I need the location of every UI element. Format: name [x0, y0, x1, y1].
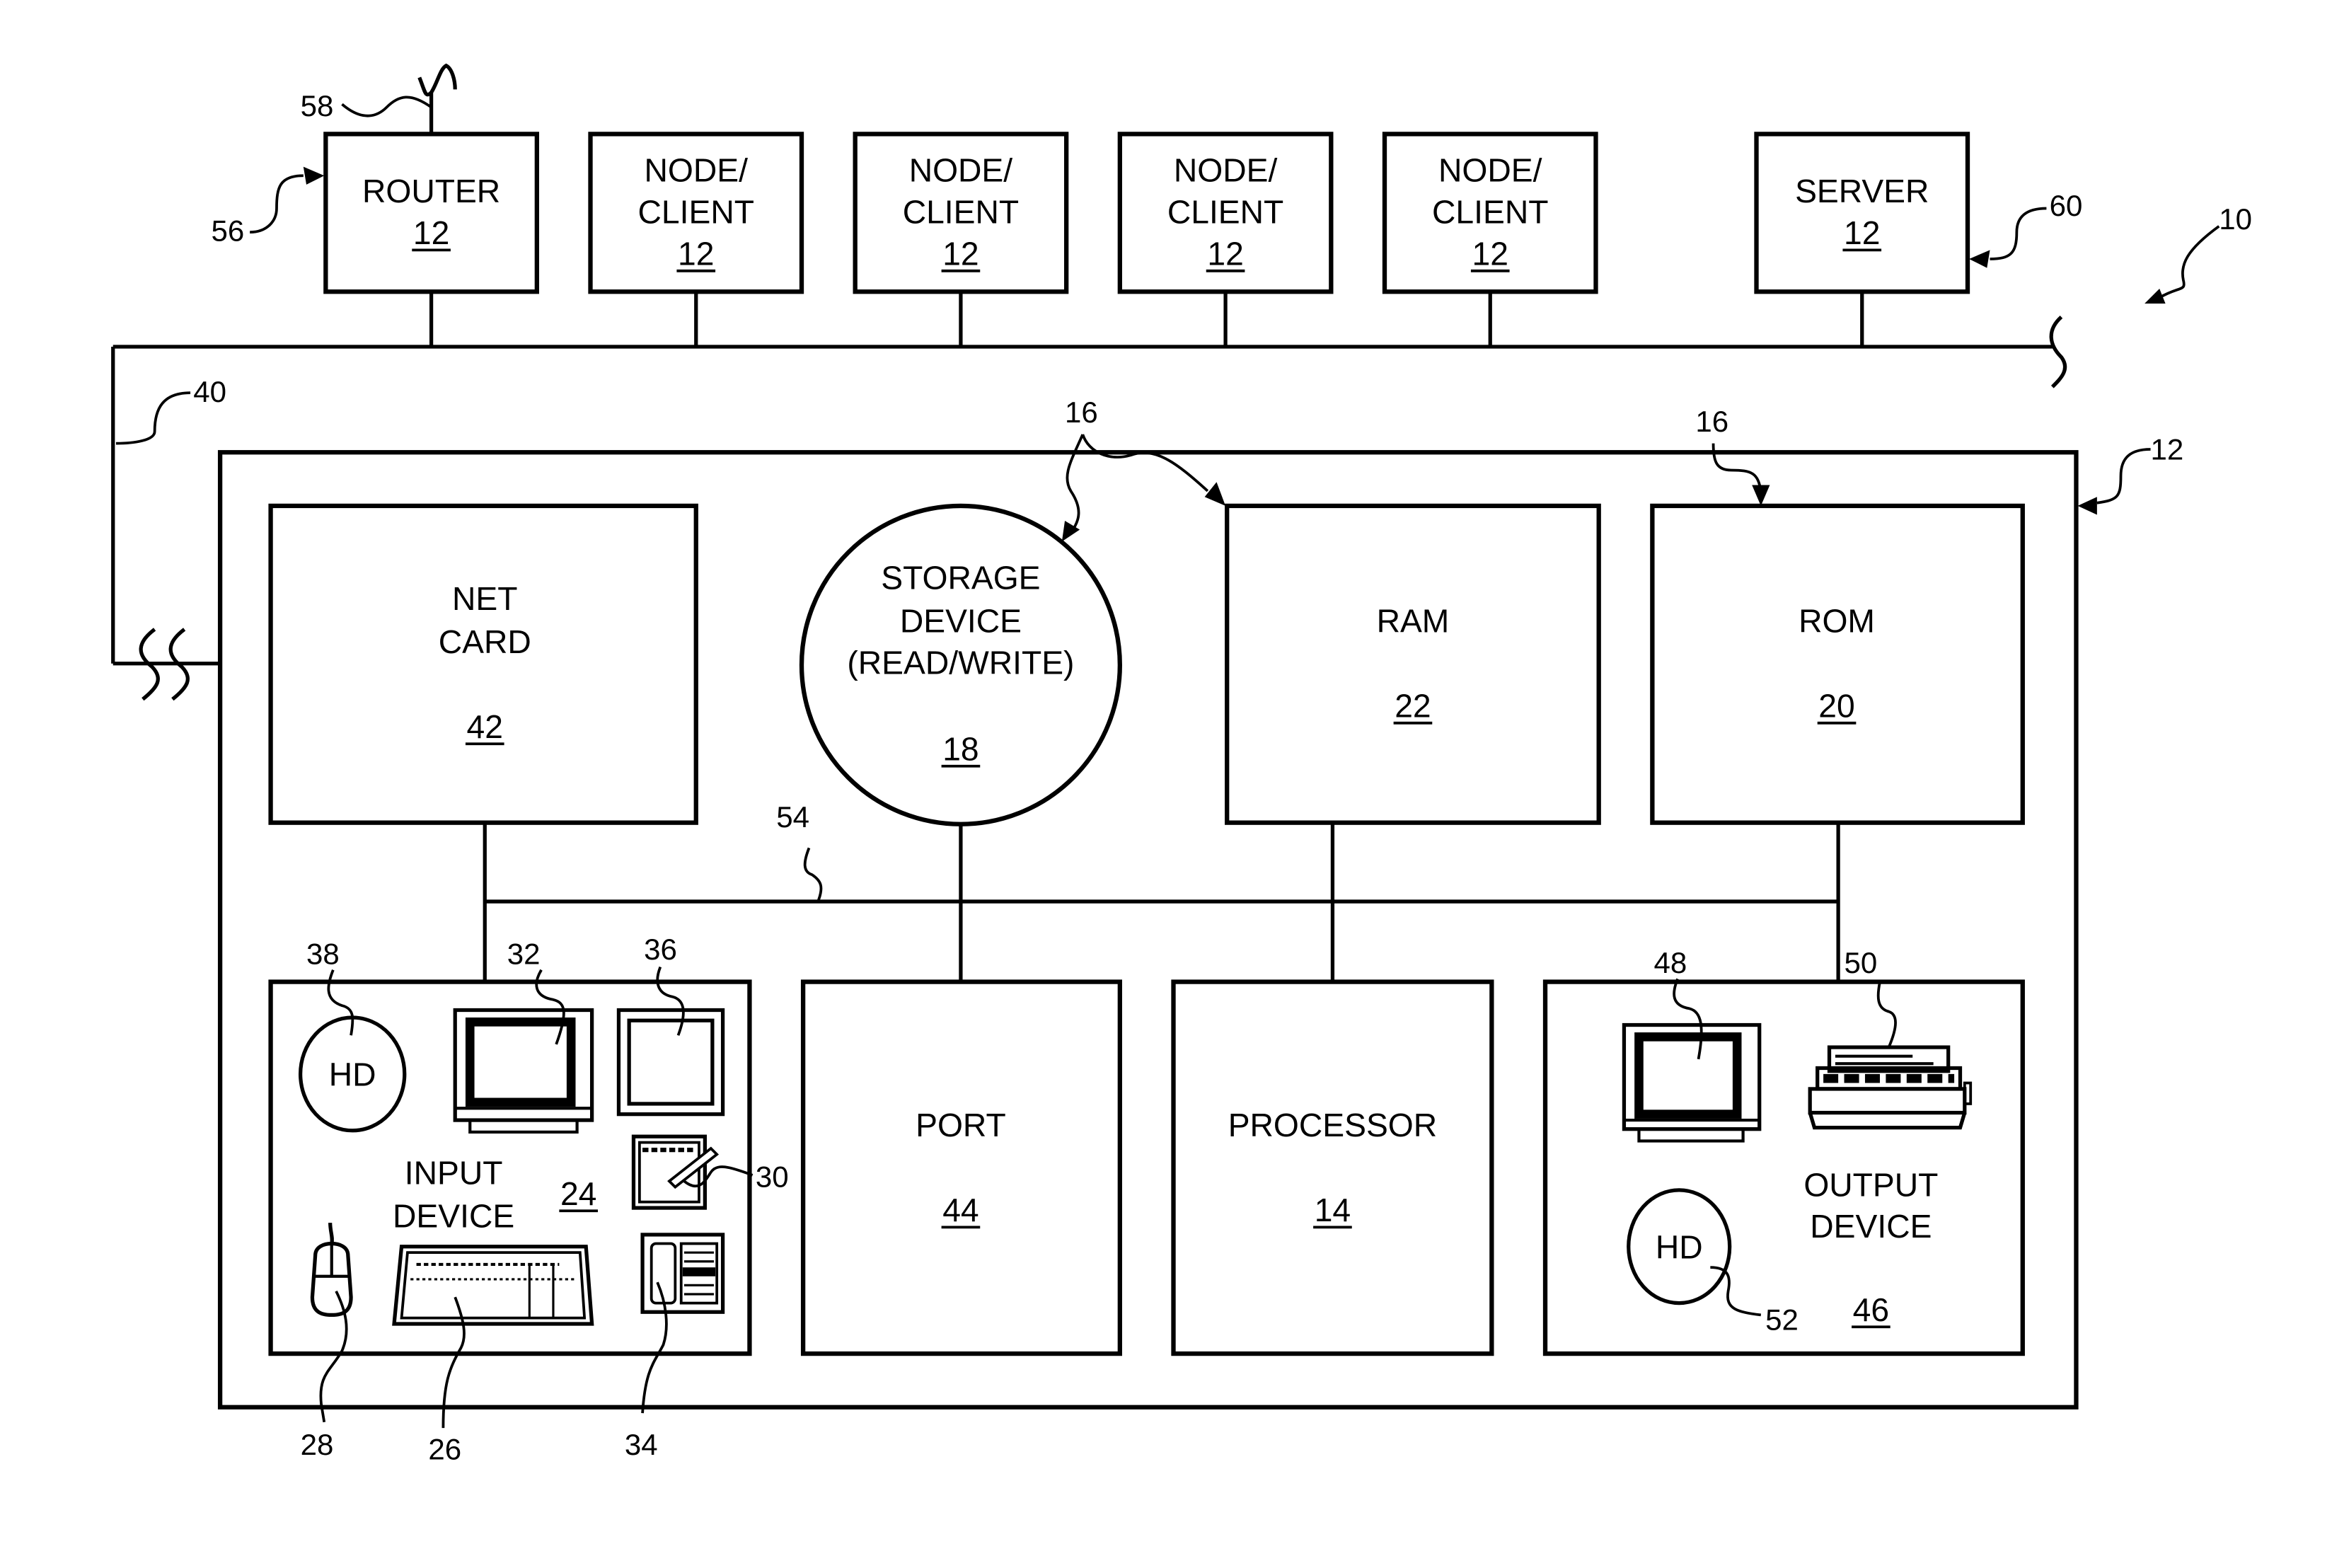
port-ref: 44	[942, 1192, 979, 1228]
output-label-2: DEVICE	[1810, 1208, 1932, 1245]
node-ref: 12	[1472, 235, 1508, 272]
storage-label-2: DEVICE	[900, 603, 1022, 640]
node-label-line2: CLIENT	[1167, 194, 1283, 231]
hd-label: HD	[329, 1056, 376, 1093]
node-ref: 12	[1207, 235, 1243, 272]
port-box: PORT 44	[800, 979, 1122, 1356]
router-ref: 12	[413, 214, 449, 251]
storage-label-1: STORAGE	[881, 560, 1040, 596]
ref-server-60: 60	[2050, 189, 2083, 222]
node-client-1: NODE/ CLIENT 12	[588, 132, 804, 347]
ref-memory-16: 16	[1065, 396, 1098, 429]
ref-hd-52: 52	[1765, 1303, 1799, 1336]
server-label: SERVER	[1795, 173, 1929, 209]
ref-keyboard-26: 26	[428, 1432, 461, 1465]
output-hd-label: HD	[1656, 1229, 1703, 1266]
processor-box: PROCESSOR 14	[1171, 979, 1494, 1356]
ram-box: RAM 22	[1225, 503, 1601, 825]
ref-mouse-28: 28	[301, 1428, 334, 1461]
node-client-2: NODE/ CLIENT 12	[853, 132, 1069, 347]
ref-monitor-32: 32	[507, 937, 541, 970]
ref-computer-12: 12	[2151, 433, 2184, 466]
patent-figure: 40 58 ROUTER 12 56 NODE/ CLIENT 12 NODE/…	[111, 63, 2252, 1465]
storage-label-3: (READ/WRITE)	[847, 644, 1074, 681]
ref-touchscreen-36: 36	[644, 933, 677, 966]
ref-bus-40: 40	[193, 375, 226, 408]
ref-system-10: 10	[2219, 202, 2252, 236]
net-card-label-1: NET	[452, 580, 517, 617]
node-ref: 12	[942, 235, 979, 272]
node-label-line1: NODE/	[1438, 152, 1542, 189]
node-label-line2: CLIENT	[1432, 194, 1548, 231]
ref-monitor-48: 48	[1653, 946, 1687, 979]
node-label-line2: CLIENT	[903, 194, 1019, 231]
input-label-2: DEVICE	[393, 1197, 514, 1234]
port-label: PORT	[916, 1107, 1006, 1143]
rom-label: ROM	[1799, 603, 1875, 640]
router-box: ROUTER 12 56	[211, 132, 539, 347]
processor-label: PROCESSOR	[1228, 1107, 1437, 1143]
antenna: 58	[301, 63, 457, 134]
server-ref: 12	[1844, 214, 1880, 251]
ref-phone-34: 34	[625, 1428, 658, 1461]
ref-tablet-30: 30	[756, 1160, 789, 1194]
server-box: SERVER 12 60	[1754, 132, 2083, 347]
node-client-4: NODE/ CLIENT 12	[1382, 132, 1598, 347]
processor-ref: 14	[1315, 1192, 1351, 1228]
ram-label: RAM	[1377, 603, 1450, 640]
storage-device: STORAGE DEVICE (READ/WRITE) 18	[799, 503, 1122, 826]
ref-hd-38: 38	[306, 937, 340, 970]
output-label-1: OUTPUT	[1803, 1166, 1938, 1203]
node-label-line2: CLIENT	[638, 194, 754, 231]
ref-router-56: 56	[211, 214, 244, 248]
ref-memory-16-rom: 16	[1695, 405, 1728, 438]
system-callout: 10	[2145, 202, 2252, 304]
input-label-1: INPUT	[405, 1154, 503, 1191]
node-label-line1: NODE/	[645, 152, 749, 189]
node-ref: 12	[678, 235, 714, 272]
output-device-box: OUTPUT DEVICE 46 48 50 HD 52	[1542, 946, 2025, 1356]
net-card-ref: 42	[467, 708, 503, 745]
net-card-box: NET CARD 42	[268, 503, 698, 825]
rom-ref: 20	[1818, 687, 1854, 724]
node-client-3: NODE/ CLIENT 12	[1117, 132, 1334, 347]
input-ref: 24	[560, 1175, 596, 1212]
ref-antenna-58: 58	[301, 89, 334, 122]
ref-printer-50: 50	[1845, 946, 1878, 979]
net-card-label-2: CARD	[439, 623, 531, 660]
ram-ref: 22	[1395, 687, 1431, 724]
node-label-line1: NODE/	[909, 152, 1013, 189]
ref-bus-54: 54	[776, 800, 809, 834]
storage-ref: 18	[942, 730, 979, 767]
output-ref: 46	[1853, 1291, 1889, 1328]
router-label: ROUTER	[362, 173, 500, 209]
node-label-line1: NODE/	[1174, 152, 1278, 189]
